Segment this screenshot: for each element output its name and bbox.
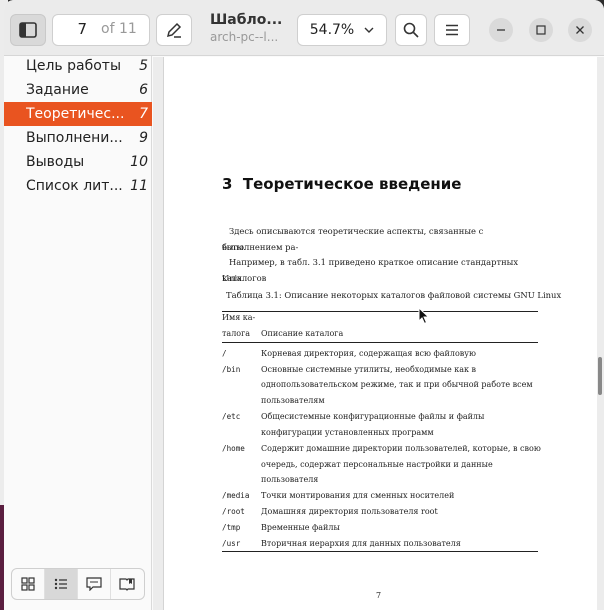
table-caption: Таблица 3.1: Описание некоторых каталого… <box>226 290 562 300</box>
pen-icon <box>166 22 182 38</box>
table-header-dir-line-1: Имя ка- <box>222 313 256 322</box>
table-cell-desc: Точки монтирования для сменных носителей <box>261 491 455 500</box>
outline-item-references[interactable]: Список лит... 11 <box>4 174 152 198</box>
table-cell-desc: Временные файлы <box>261 523 340 532</box>
outline-item-page: 9 <box>139 130 148 146</box>
mouse-cursor-icon <box>418 307 430 325</box>
outline-item-execution[interactable]: Выполнени... 9 <box>4 126 152 150</box>
section-title: Теоретическое введение <box>242 175 462 193</box>
outline-item-page: 11 <box>130 178 148 194</box>
minimize-icon <box>497 29 505 31</box>
bookmarks-icon <box>119 578 136 591</box>
document-viewer-window: 7 of 11 Шабло... arch-pc--l... 54.7% Цел… <box>4 0 604 610</box>
document-title: Шабло... arch-pc--l... <box>210 12 290 44</box>
outline-item-page: 6 <box>139 82 148 98</box>
outline-item-page: 5 <box>139 58 148 74</box>
sidebar-toggle-button[interactable] <box>10 14 46 46</box>
zoom-dropdown[interactable]: 54.7% <box>297 14 387 46</box>
annotations-view-button[interactable] <box>78 569 111 599</box>
chevron-down-icon <box>364 27 374 33</box>
header-bar: 7 of 11 Шабло... arch-pc--l... 54.7% <box>4 0 604 56</box>
outline-view-button[interactable] <box>45 569 78 599</box>
zoom-level: 54.7% <box>309 22 355 38</box>
table-cell-dir: /home <box>222 444 245 453</box>
search-button[interactable] <box>395 14 427 46</box>
paragraph-1-line-2: боты. <box>222 242 247 252</box>
paragraph-2-line-2: Unix. <box>222 273 245 283</box>
page-total-label: of 11 <box>101 21 137 37</box>
thumbnails-icon <box>21 577 35 591</box>
table-cell-desc: конфигурации установленных программ <box>261 428 434 437</box>
outline-item-goal[interactable]: Цель работы 5 <box>4 54 152 78</box>
bookmarks-view-button[interactable] <box>111 569 144 599</box>
current-page-input[interactable]: 7 <box>59 20 87 38</box>
main-menu-button[interactable] <box>434 14 470 46</box>
table-top-rule <box>222 311 538 312</box>
table-cell-desc: пользователя <box>261 475 319 484</box>
table-header-rule <box>222 342 538 343</box>
annotate-button[interactable] <box>156 14 192 46</box>
close-icon <box>576 26 584 34</box>
outline-item-label: Теоретичес... <box>26 106 125 122</box>
document-title-text: Шабло... <box>210 12 283 28</box>
table-cell-desc: однопользовательском режиме, так и при о… <box>261 380 533 389</box>
outline-item-conclusions[interactable]: Выводы 10 <box>4 150 152 174</box>
section-number: 3 <box>222 175 233 193</box>
outline-sidebar: Цель работы 5 Задание 6 Теоретичес... 7 … <box>4 56 152 610</box>
outline-item-label: Выполнени... <box>26 130 123 146</box>
sidebar-view-switcher <box>11 568 145 600</box>
hamburger-icon <box>446 24 458 36</box>
table-header-dir-line-2: талога <box>222 329 251 338</box>
table-header-desc: Описание каталога <box>261 329 344 338</box>
close-button[interactable] <box>568 18 592 42</box>
table-cell-desc: Основные системные утилиты, необходимые … <box>261 365 477 374</box>
sidebar-icon <box>19 22 37 38</box>
table-cell-desc: Вторичная иерархия для данных пользовате… <box>261 539 461 548</box>
search-icon <box>403 22 419 38</box>
table-cell-dir: /media <box>222 491 250 500</box>
table-cell-dir: /root <box>222 507 245 516</box>
page-number-field[interactable]: 7 of 11 <box>52 14 150 46</box>
outline-item-page: 10 <box>130 154 148 170</box>
table-cell-dir: /usr <box>222 539 241 548</box>
outline-item-label: Задание <box>26 82 89 98</box>
table-bottom-rule <box>222 551 538 552</box>
table-cell-desc: Содержит домашние директории пользовател… <box>261 444 541 453</box>
vertical-scrollbar[interactable] <box>598 357 602 395</box>
page-number-footer: 7 <box>376 591 382 600</box>
table-cell-desc: пользователям <box>261 396 325 405</box>
outline-item-label: Цель работы <box>26 58 122 74</box>
outline-icon <box>54 578 67 590</box>
outline-item-label: Выводы <box>26 154 85 170</box>
annotations-icon <box>86 577 102 591</box>
table-cell-desc: Домашняя директория пользователя root <box>261 507 438 516</box>
section-heading: 3 Теоретическое введение <box>222 175 461 193</box>
outline-item-task[interactable]: Задание 6 <box>4 78 152 102</box>
outline-item-label: Список лит... <box>26 178 123 194</box>
table-cell-dir: /etc <box>222 412 241 421</box>
document-view[interactable]: 3 Теоретическое введение Здесь описывают… <box>153 57 604 610</box>
maximize-button[interactable] <box>529 18 553 42</box>
maximize-icon <box>536 25 546 35</box>
table-cell-dir: /tmp <box>222 523 241 532</box>
table-cell-dir: / <box>222 349 227 358</box>
outline-item-theory[interactable]: Теоретичес... 7 <box>4 102 152 126</box>
table-cell-desc: очередь, содержат персональные настройки… <box>261 460 493 469</box>
thumbnails-view-button[interactable] <box>12 569 45 599</box>
table-cell-desc: Корневая директория, содержащая всю файл… <box>261 349 476 358</box>
table-cell-dir: /bin <box>222 365 241 374</box>
document-filename: arch-pc--l... <box>210 30 279 44</box>
outline-item-page: 7 <box>139 106 148 122</box>
table-cell-desc: Общесистемные конфигурационные файлы и ф… <box>261 412 485 421</box>
document-page: 3 Теоретическое введение Здесь описывают… <box>163 57 597 610</box>
minimize-button[interactable] <box>489 18 513 42</box>
